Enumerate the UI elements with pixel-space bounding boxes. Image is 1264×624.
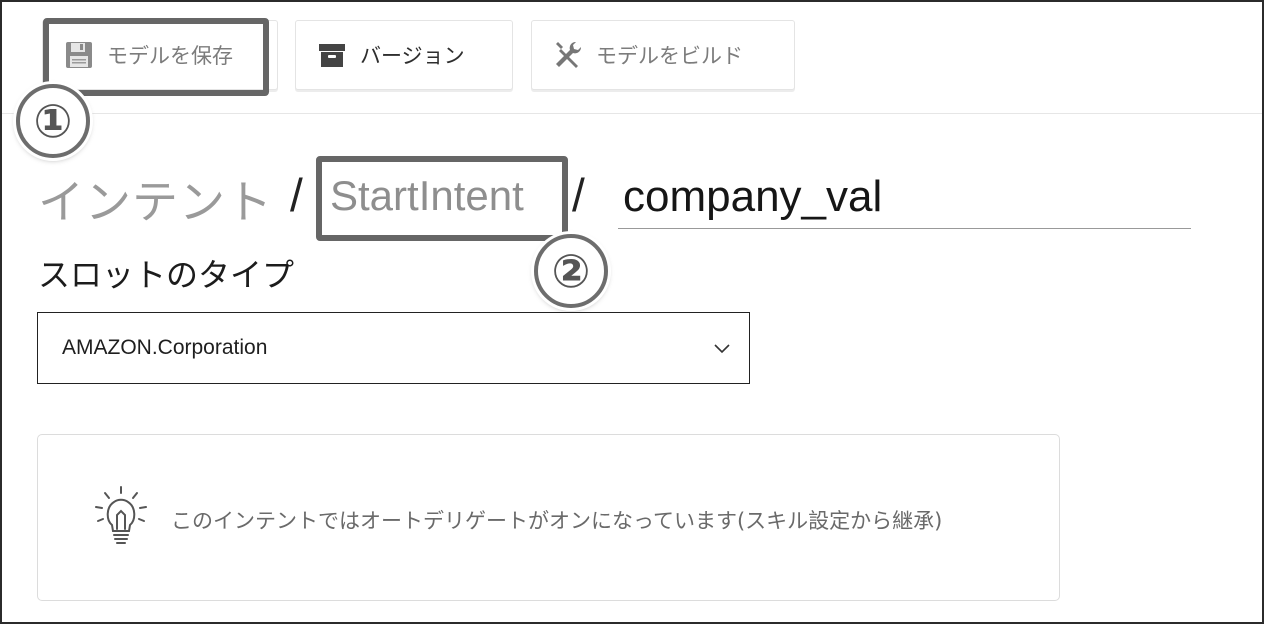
version-button[interactable]: バージョン bbox=[295, 20, 513, 90]
breadcrumb-intent-link[interactable]: StartIntent bbox=[330, 172, 524, 220]
build-model-label: モデルをビルド bbox=[596, 44, 743, 68]
auto-delegate-info-panel: このインテントではオートデリゲートがオンになっています(スキル設定から継承) bbox=[37, 434, 1060, 601]
lightbulb-icon bbox=[92, 485, 150, 551]
save-model-button[interactable]: モデルを保存 bbox=[42, 20, 278, 90]
toolbar: モデルを保存 バージョン モデルをビルド bbox=[2, 2, 1262, 114]
save-icon bbox=[63, 39, 95, 71]
info-text-start: このインテントではオートデリゲートがオンになっています( bbox=[171, 509, 746, 533]
build-model-button[interactable]: モデルをビルド bbox=[531, 20, 795, 90]
build-tools-icon bbox=[552, 39, 584, 71]
auto-delegate-message: このインテントではオートデリゲートがオンになっています(スキル設定から継承) bbox=[171, 505, 942, 535]
slot-type-selected-value: AMAZON.Corporation bbox=[62, 336, 268, 359]
breadcrumb-separator: / bbox=[572, 169, 585, 221]
app-frame: モデルを保存 バージョン モデルをビルド ① インテント / StartInte… bbox=[0, 0, 1264, 624]
slot-name-field[interactable]: company_val bbox=[618, 162, 1191, 229]
info-text-end: から継承) bbox=[850, 509, 943, 533]
chevron-down-icon bbox=[713, 339, 731, 361]
annotation-marker-1: ① bbox=[16, 84, 90, 158]
version-label: バージョン bbox=[360, 44, 465, 68]
breadcrumb-intents-link[interactable]: インテント bbox=[38, 166, 273, 232]
slot-name-value: company_val bbox=[623, 172, 883, 221]
save-model-label: モデルを保存 bbox=[107, 44, 233, 68]
slot-type-select[interactable]: AMAZON.Corporation bbox=[37, 312, 750, 384]
archive-icon bbox=[316, 39, 348, 71]
slot-type-label: スロットのタイプ bbox=[38, 256, 295, 294]
skill-settings-link[interactable]: スキル設定 bbox=[745, 509, 850, 533]
breadcrumb-separator: / bbox=[290, 169, 303, 221]
annotation-marker-2: ② bbox=[534, 234, 608, 308]
